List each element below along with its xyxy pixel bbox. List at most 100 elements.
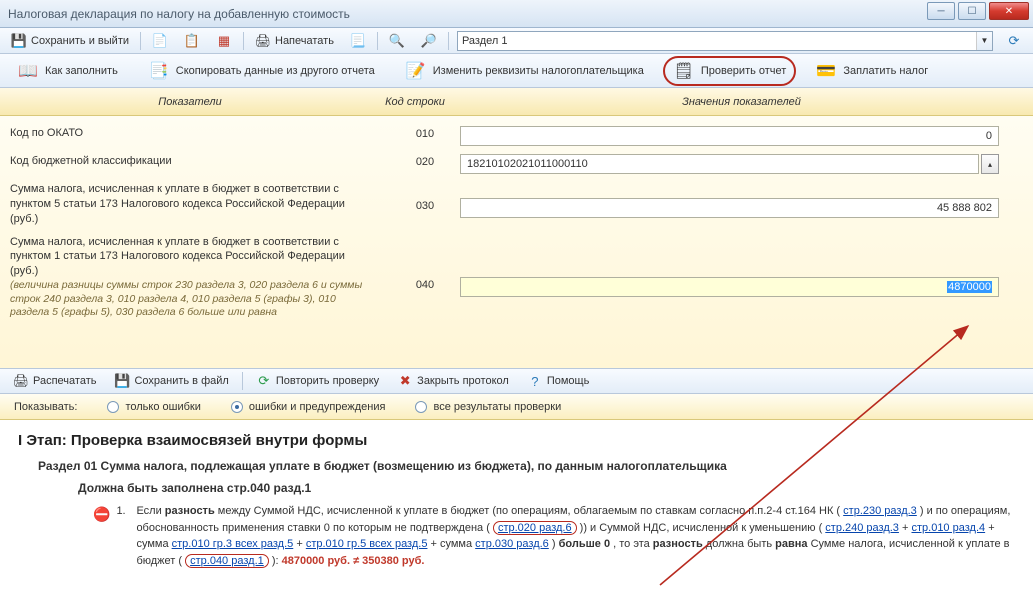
check-icon: 🗒: [673, 60, 695, 82]
pay-icon: 💳: [815, 60, 837, 82]
toolbar-actions: 📖 Как заполнить 📑 Скопировать данные из …: [0, 54, 1033, 88]
tool-btn-2[interactable]: 📋: [177, 30, 207, 52]
pdf-icon: ▦: [216, 33, 232, 49]
label-020: Код бюджетной классификации: [10, 154, 390, 169]
save-icon: 💾: [11, 33, 27, 49]
code-020: 020: [390, 154, 460, 168]
proto-repeat-button[interactable]: ⟳ Повторить проверку: [249, 370, 386, 392]
zoom-in-button[interactable]: 🔍: [382, 30, 412, 52]
pay-label: Заплатить налог: [843, 65, 928, 77]
toolbar-main: 💾 Сохранить и выйти 📄 📋 ▦ 🖨 Напечатать 📃…: [0, 28, 1033, 54]
separator: [448, 32, 449, 50]
print-label: Напечатать: [275, 35, 334, 47]
separator: [377, 32, 378, 50]
copy-data-button[interactable]: 📑 Скопировать данные из другого отчета: [137, 56, 386, 86]
minimize-button[interactable]: ─: [927, 2, 955, 20]
label-010: Код по ОКАТО: [10, 126, 390, 141]
printer-icon: 🖨: [255, 33, 271, 49]
link-030-6[interactable]: стр.030 разд.6: [475, 538, 549, 550]
copy-icon: 📋: [184, 33, 200, 49]
copy-label: Скопировать данные из другого отчета: [176, 65, 375, 77]
proto-close-button[interactable]: ✖ Закрыть протокол: [390, 370, 516, 392]
code-010: 010: [390, 126, 460, 140]
radio-all[interactable]: все результаты проверки: [415, 401, 561, 413]
close-button[interactable]: ✕: [989, 2, 1029, 20]
proto-print-button[interactable]: 🖨 Распечатать: [6, 370, 103, 392]
field-020[interactable]: 18210102021011000110: [460, 154, 979, 174]
separator: [242, 372, 243, 390]
window-title: Налоговая декларация по налогу на добавл…: [4, 7, 350, 21]
link-240-3[interactable]: стр.240 разд.3: [825, 522, 899, 534]
filter-label: Показывать:: [14, 401, 77, 413]
requirement-title: Должна быть заполнена стр.040 разд.1: [78, 481, 1015, 495]
section-combo-value: Раздел 1: [462, 35, 508, 47]
tool-btn-1[interactable]: 📄: [145, 30, 175, 52]
protocol-toolbar: 🖨 Распечатать 💾 Сохранить в файл ⟳ Повто…: [0, 368, 1033, 394]
link-230-3[interactable]: стр.230 разд.3: [843, 505, 917, 517]
help-icon: ?: [527, 373, 543, 389]
printer-icon: 🖨: [13, 373, 29, 389]
tool-btn-3[interactable]: ▦: [209, 30, 239, 52]
hint-040: (величина разницы суммы строк 230 раздел…: [10, 279, 370, 320]
refresh-icon: ⟳: [1006, 33, 1022, 49]
section-combo[interactable]: Раздел 1 ▼: [457, 31, 993, 51]
doc-icon: 📄: [152, 33, 168, 49]
link-010g5-5[interactable]: стр.010 гр.5 всех разд.5: [306, 538, 428, 550]
columns-header: Показатели Код строки Значения показател…: [0, 88, 1033, 116]
edit-req-button[interactable]: 📝 Изменить реквизиты налогоплательщика: [394, 56, 655, 86]
save-exit-button[interactable]: 💾 Сохранить и выйти: [4, 30, 136, 52]
link-020-6[interactable]: стр.020 разд.6: [493, 521, 577, 535]
error-icon: ⛔: [93, 504, 110, 525]
close-icon: ✖: [397, 373, 413, 389]
protocol-body: I Этап: Проверка взаимосвязей внутри фор…: [0, 420, 1033, 577]
error-values: 4870000 руб. ≠ 350380 руб.: [282, 555, 425, 567]
col-code: Код строки: [380, 96, 450, 108]
print-button[interactable]: 🖨 Напечатать: [248, 30, 341, 52]
col-values: Значения показателей: [450, 96, 1033, 108]
field-030[interactable]: 45 888 802: [460, 198, 999, 218]
how-label: Как заполнить: [45, 65, 118, 77]
form-row-040: Сумма налога, исчисленная к уплате в бюд…: [0, 231, 1033, 324]
section-title: Раздел 01 Сумма налога, подлежащая уплат…: [38, 459, 1015, 473]
proto-save-button[interactable]: 💾 Сохранить в файл: [107, 370, 235, 392]
maximize-button[interactable]: ☐: [958, 2, 986, 20]
radio-errors-warnings[interactable]: ошибки и предупреждения: [231, 401, 386, 413]
label-030: Сумма налога, исчисленная к уплате в бюд…: [10, 182, 390, 227]
form-row-030: Сумма налога, исчисленная к уплате в бюд…: [0, 178, 1033, 231]
item-number: 1.: [116, 503, 130, 520]
separator: [243, 32, 244, 50]
zoom-out-icon: 🔎: [421, 33, 437, 49]
how-to-button[interactable]: 📖 Как заполнить: [6, 56, 129, 86]
page-icon: 📃: [350, 33, 366, 49]
link-010-4[interactable]: стр.010 разд.4: [911, 522, 985, 534]
form-row-010: Код по ОКАТО 010 0: [0, 122, 1033, 150]
titlebar: Налоговая декларация по налогу на добавл…: [0, 0, 1033, 28]
field-040[interactable]: 4870000: [460, 277, 999, 297]
code-030: 030: [390, 182, 460, 212]
link-040-1[interactable]: стр.040 разд.1: [185, 554, 269, 568]
zoom-in-icon: 🔍: [389, 33, 405, 49]
zoom-out-button[interactable]: 🔎: [414, 30, 444, 52]
field-020-picker[interactable]: ▴: [981, 154, 999, 174]
radio-errors-only[interactable]: только ошибки: [107, 401, 200, 413]
code-040: 040: [390, 235, 460, 291]
separator: [140, 32, 141, 50]
error-item: ⛔ 1. Если разность между Суммой НДС, исч…: [93, 503, 1015, 569]
label-040: Сумма налога, исчисленная к уплате в бюд…: [10, 235, 370, 280]
pay-tax-button[interactable]: 💳 Заплатить налог: [804, 56, 939, 86]
col-indicators: Показатели: [0, 96, 380, 108]
field-010[interactable]: 0: [460, 126, 999, 146]
filter-bar: Показывать: только ошибки ошибки и преду…: [0, 394, 1033, 420]
save-exit-label: Сохранить и выйти: [31, 35, 129, 47]
refresh-button[interactable]: ⟳: [999, 30, 1029, 52]
help-icon: 📖: [17, 60, 39, 82]
link-010g3-5[interactable]: стр.010 гр.3 всех разд.5: [172, 538, 294, 550]
stage-title: I Этап: Проверка взаимосвязей внутри фор…: [18, 432, 1015, 449]
item-text: Если разность между Суммой НДС, исчислен…: [136, 503, 1015, 569]
edit-icon: 📝: [405, 60, 427, 82]
proto-help-button[interactable]: ? Помощь: [520, 370, 597, 392]
check-report-button[interactable]: 🗒 Проверить отчет: [663, 56, 797, 86]
tool-btn-4[interactable]: 📃: [343, 30, 373, 52]
refresh-icon: ⟳: [256, 373, 272, 389]
form-content: Код по ОКАТО 010 0 Код бюджетной классиф…: [0, 116, 1033, 368]
